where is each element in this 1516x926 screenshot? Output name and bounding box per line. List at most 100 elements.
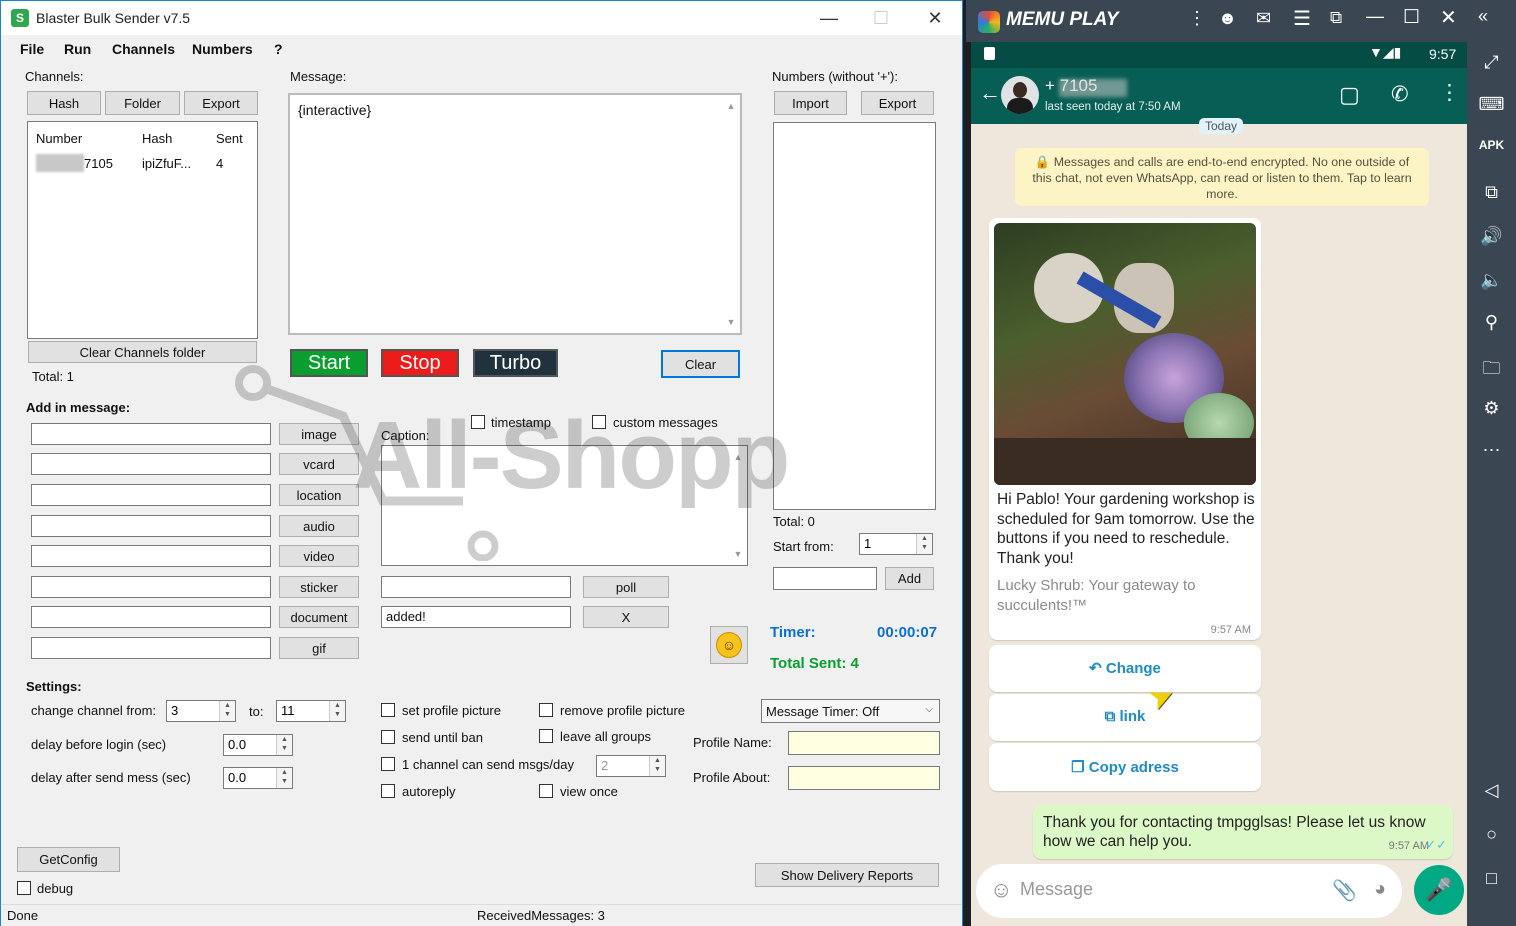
start-button[interactable]: Start xyxy=(290,349,368,377)
memu-close-icon[interactable]: ✕ xyxy=(1440,5,1457,30)
caption-scrollbar[interactable]: ▲ ▼ xyxy=(729,446,747,565)
clear-channels-folder-button[interactable]: Clear Channels folder xyxy=(28,341,257,363)
poll-button[interactable]: poll xyxy=(583,576,669,598)
hash-button[interactable]: Hash xyxy=(27,91,101,115)
export-channels-button[interactable]: Export xyxy=(184,91,258,115)
outgoing-message[interactable]: Thank you for contacting tmpgglsas! Plea… xyxy=(1033,805,1453,859)
caption-textarea[interactable]: ▲ ▼ xyxy=(381,445,748,566)
getconfig-button[interactable]: GetConfig xyxy=(17,847,120,872)
volume-up-icon[interactable]: 🔊 xyxy=(1467,226,1516,247)
channels-list[interactable]: Number Hash Sent 7105 ipiZfuF... 4 xyxy=(27,121,258,339)
document-button[interactable]: document xyxy=(279,606,359,628)
volume-down-icon[interactable]: 🔈 xyxy=(1467,270,1516,291)
sticker-button[interactable]: sticker xyxy=(279,576,359,598)
export-numbers-button[interactable]: Export xyxy=(861,91,934,115)
import-button[interactable]: Import xyxy=(774,91,847,115)
message-input-placeholder[interactable]: Message xyxy=(1020,879,1093,900)
keyboard-icon[interactable]: ⌨ xyxy=(1467,94,1516,115)
leave-all-groups-checkbox[interactable] xyxy=(539,729,553,743)
message-timer-select[interactable]: Message Timer: Off ⌵ xyxy=(761,699,940,723)
message-image[interactable] xyxy=(994,223,1256,485)
start-from-input[interactable]: 1 ▲ ▼ xyxy=(859,533,933,555)
mic-button[interactable]: 🎤 xyxy=(1414,865,1464,915)
emoji-icon[interactable]: ☺ xyxy=(990,877,1012,903)
video-call-icon[interactable]: ▢ xyxy=(1339,82,1360,108)
location-pin-icon[interactable]: ⚲ xyxy=(1467,312,1516,333)
sticker-path-input[interactable] xyxy=(31,576,271,598)
numbers-list[interactable] xyxy=(773,122,936,510)
added-input[interactable]: added! xyxy=(381,606,571,628)
apk-icon[interactable]: APK xyxy=(1467,138,1516,152)
video-path-input[interactable] xyxy=(31,545,271,567)
menu-run[interactable]: Run xyxy=(64,41,91,57)
settings-icon[interactable]: ⚙ xyxy=(1467,398,1516,419)
more-vert-icon[interactable]: ⋮ xyxy=(1188,8,1206,29)
image-path-input[interactable] xyxy=(31,423,271,445)
message-textarea[interactable]: {interactive} ▲ ▼ xyxy=(288,93,742,335)
audio-path-input[interactable] xyxy=(31,515,271,537)
copy-address-button[interactable]: ❐ Copy adress xyxy=(989,743,1261,791)
delay-login-input[interactable]: 0.0 ▲ ▼ xyxy=(223,734,293,756)
link-button[interactable]: ⧉ link xyxy=(989,694,1261,741)
one-channel-spinner[interactable]: ▲ ▼ xyxy=(649,756,665,776)
location-button[interactable]: location xyxy=(279,484,359,506)
camera-icon[interactable]: ◕ xyxy=(1374,878,1386,901)
one-channel-input[interactable]: 2 ▲ ▼ xyxy=(596,755,666,777)
folder-icon[interactable]: 🗀 xyxy=(1467,356,1516,386)
menu-numbers[interactable]: Numbers xyxy=(192,41,253,57)
encryption-notice[interactable]: 🔒 Messages and calls are end-to-end encr… xyxy=(1015,148,1429,206)
video-button[interactable]: video xyxy=(279,545,359,567)
screenshot-icon[interactable]: ⧉ xyxy=(1467,182,1516,203)
vcard-path-input[interactable] xyxy=(31,453,271,475)
change-to-spinner[interactable]: ▲ ▼ xyxy=(329,701,345,721)
folder-button[interactable]: Folder xyxy=(105,91,180,115)
document-path-input[interactable] xyxy=(31,606,271,628)
memu-maximize-icon[interactable]: ☐ xyxy=(1403,6,1420,29)
profile-name-input[interactable] xyxy=(788,731,940,755)
gif-button[interactable]: gif xyxy=(279,637,359,659)
close-button[interactable]: ✕ xyxy=(912,1,958,35)
message-input-bar[interactable]: ☺ Message 📎 ◕ xyxy=(976,864,1402,918)
window-mode-icon[interactable]: ⧉ xyxy=(1330,8,1342,28)
android-home-icon[interactable]: ○ xyxy=(1467,824,1516,845)
mail-icon[interactable]: ✉ xyxy=(1256,8,1271,29)
fullscreen-icon[interactable]: ⤢ xyxy=(1467,52,1516,73)
remove-profile-picture-checkbox[interactable] xyxy=(539,703,553,717)
incoming-message[interactable]: Hi Pablo! Your gardening workshop is sch… xyxy=(989,218,1261,640)
menu-icon[interactable]: ☰ xyxy=(1293,6,1311,31)
poll-input[interactable] xyxy=(381,576,571,598)
change-reply-button[interactable]: ↶ Change xyxy=(989,645,1261,692)
minimize-button[interactable]: — xyxy=(806,1,852,35)
add-number-input[interactable] xyxy=(773,567,877,590)
profile-about-input[interactable] xyxy=(788,766,940,790)
stop-button[interactable]: Stop xyxy=(381,349,459,377)
menu-channels[interactable]: Channels xyxy=(112,41,175,57)
clear-button[interactable]: Clear xyxy=(661,350,740,378)
debug-checkbox[interactable] xyxy=(17,881,31,895)
emoji-button[interactable]: ☺ xyxy=(710,626,748,664)
delay-send-spinner[interactable]: ▲ ▼ xyxy=(276,768,292,788)
change-from-input[interactable]: 3 ▲ ▼ xyxy=(166,700,236,722)
delay-login-spinner[interactable]: ▲ ▼ xyxy=(276,735,292,755)
chat-menu-icon[interactable]: ⋮ xyxy=(1439,80,1460,105)
back-arrow-icon[interactable]: ← xyxy=(979,80,1001,106)
memu-minimize-icon[interactable]: — xyxy=(1366,6,1384,27)
one-channel-checkbox[interactable] xyxy=(381,757,395,771)
x-button[interactable]: X xyxy=(583,606,669,628)
audio-button[interactable]: audio xyxy=(279,515,359,537)
avatar[interactable] xyxy=(1001,76,1039,114)
vcard-button[interactable]: vcard xyxy=(279,453,359,475)
custom-messages-checkbox[interactable] xyxy=(592,415,606,429)
image-button[interactable]: image xyxy=(279,423,359,445)
set-profile-picture-checkbox[interactable] xyxy=(381,703,395,717)
change-from-spinner[interactable]: ▲ ▼ xyxy=(219,701,235,721)
change-to-input[interactable]: 11 ▲ ▼ xyxy=(276,700,346,722)
message-scrollbar[interactable]: ▲ ▼ xyxy=(722,95,740,333)
collapse-sidebar-icon[interactable]: « xyxy=(1478,6,1488,27)
menu-help[interactable]: ? xyxy=(274,41,283,57)
autoreply-checkbox[interactable] xyxy=(381,784,395,798)
delay-send-input[interactable]: 0.0 ▲ ▼ xyxy=(223,767,293,789)
start-from-spinner[interactable]: ▲ ▼ xyxy=(916,534,932,554)
maximize-button[interactable]: ☐ xyxy=(858,1,904,35)
attach-icon[interactable]: 📎 xyxy=(1332,878,1357,903)
